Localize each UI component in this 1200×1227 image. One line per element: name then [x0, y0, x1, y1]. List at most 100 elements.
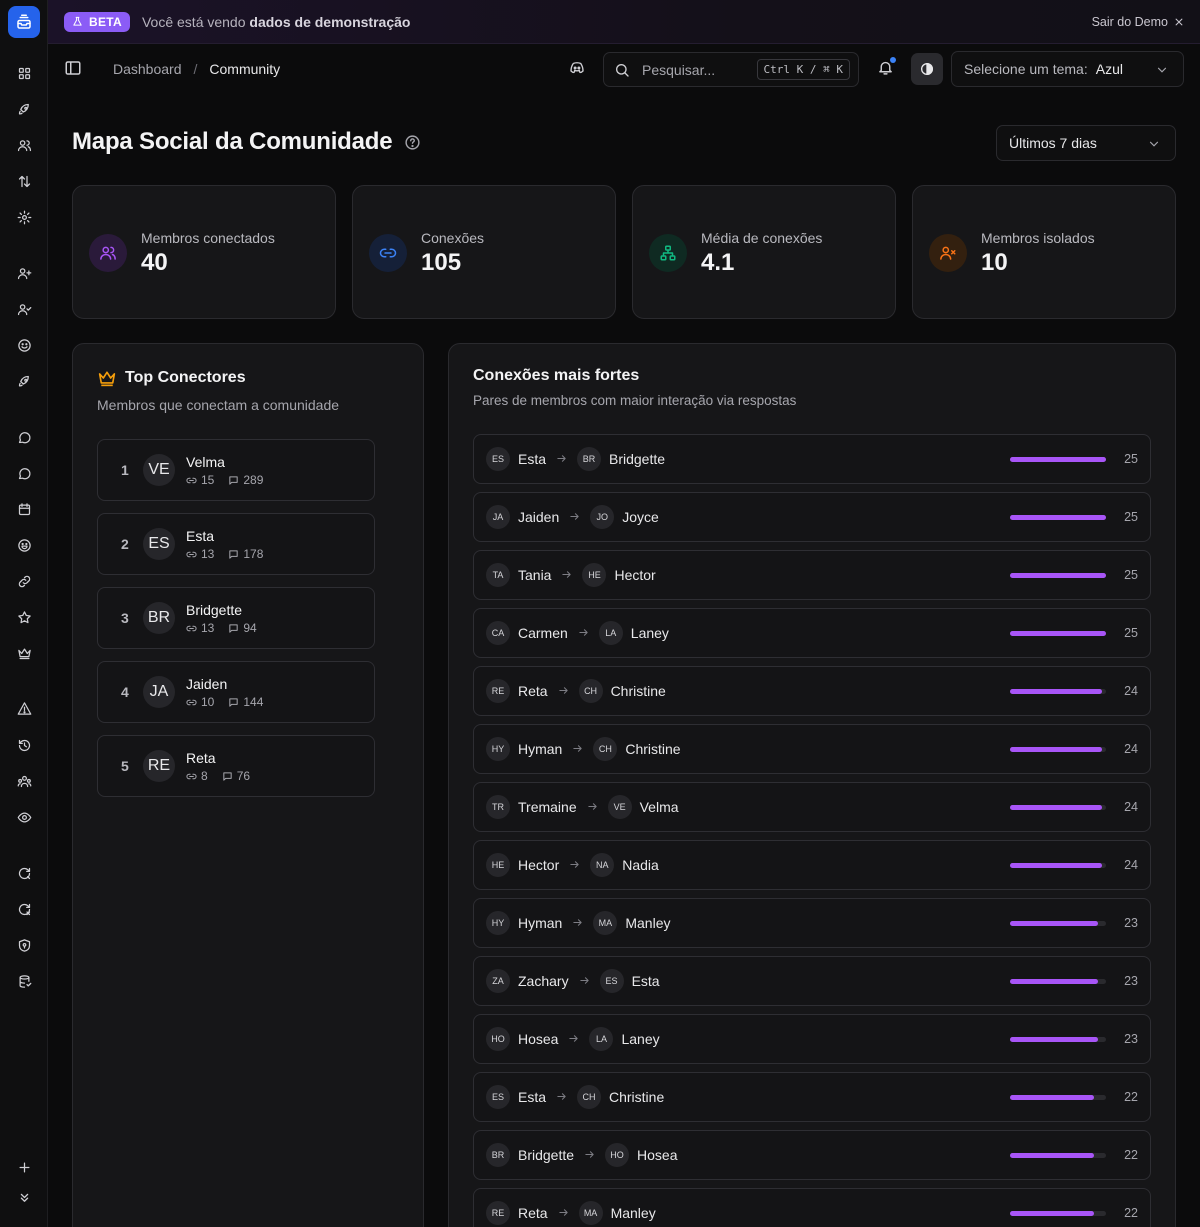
theme-select[interactable]: Selecione um tema: Azul	[951, 51, 1184, 87]
discord-button[interactable]	[568, 59, 586, 77]
message-alt-icon	[18, 467, 30, 479]
connector-row[interactable]: 3 BR Bridgette 13 94	[97, 587, 375, 649]
pair-from-name: Hosea	[518, 1031, 559, 1047]
connection-pair-row[interactable]: CA Carmen LA Laney 25	[473, 608, 1151, 658]
connector-meta: 13 94	[186, 621, 257, 635]
arrow-right-icon	[585, 1151, 594, 1158]
sidebar-item-database[interactable]	[14, 971, 34, 991]
connection-pair-row[interactable]: BR Bridgette HO Hosea 22	[473, 1130, 1151, 1180]
help-button[interactable]	[404, 134, 421, 151]
avatar: JA	[486, 505, 510, 529]
notifications-button[interactable]	[877, 57, 896, 76]
sidebar-item-rocket-alt[interactable]	[14, 371, 34, 391]
exit-demo-button[interactable]: Sair do Demo	[1092, 0, 1184, 44]
strong-connections-title: Conexões mais fortes	[473, 367, 640, 384]
sidebar-item-message-alt[interactable]	[14, 463, 34, 483]
avatar: HO	[486, 1027, 510, 1051]
connector-row[interactable]: 4 JA Jaiden 10 144	[97, 661, 375, 723]
eye-icon	[17, 812, 31, 822]
sidebar-item-user-check[interactable]	[14, 299, 34, 319]
arrow-right-icon	[558, 687, 568, 694]
user-plus-icon	[17, 267, 31, 279]
sidebar-item-team[interactable]	[14, 771, 34, 791]
sidebar-item-refresh-x[interactable]	[14, 899, 34, 919]
link-icon	[186, 625, 197, 631]
sidebar-item-emoji[interactable]	[14, 535, 34, 555]
strength-bar	[1010, 1095, 1106, 1100]
strength-bar-fill	[1010, 1153, 1095, 1158]
sidebar-item-crown[interactable]	[14, 643, 34, 663]
sidebar-item-plus[interactable]	[14, 1157, 34, 1177]
strength-value: 25	[1124, 452, 1138, 466]
top-connectors-title: Top Conectores	[125, 369, 246, 386]
sidebar-item-calendar[interactable]	[14, 499, 34, 519]
sidebar-item-rocket[interactable]	[14, 99, 34, 119]
pair-from-name: Bridgette	[518, 1147, 575, 1163]
search-icon	[616, 63, 629, 77]
sidebar-item-message[interactable]	[14, 427, 34, 447]
connector-meta: 13 178	[186, 547, 263, 561]
sidebar-item-history[interactable]	[14, 735, 34, 755]
sidebar-item-warning[interactable]	[14, 698, 34, 718]
connection-pair-row[interactable]: TA Tania HE Hector 25	[473, 550, 1151, 600]
pair-to-name: Hector	[614, 567, 656, 583]
date-range-select[interactable]: Últimos 7 dias	[996, 125, 1176, 161]
sidebar-item-user-plus[interactable]	[14, 263, 34, 283]
connection-pair-row[interactable]: HE Hector NA Nadia 24	[473, 840, 1151, 890]
sidebar-item-chevrons-down[interactable]	[14, 1187, 34, 1207]
strength-value: 23	[1124, 974, 1138, 988]
avatar: RE	[143, 750, 175, 782]
connection-pair-row[interactable]: HO Hosea LA Laney 23	[473, 1014, 1151, 1064]
avatar: ES	[599, 969, 624, 993]
breadcrumb-dashboard[interactable]: Dashboard	[113, 61, 182, 77]
connector-row[interactable]: 1 VE Velma 15 289	[97, 439, 375, 501]
connector-rank: 1	[121, 462, 129, 478]
message-square-icon	[229, 697, 239, 707]
sidebar-item-dashboard[interactable]	[14, 63, 34, 83]
shield-icon	[18, 938, 30, 952]
connection-pair-row[interactable]: TR Tremaine VE Velma 24	[473, 782, 1151, 832]
connection-pair-row[interactable]: RE Reta MA Manley 22	[473, 1188, 1151, 1227]
avatar: NA	[590, 853, 615, 877]
demo-notice-bold: dados de demonstração	[249, 13, 411, 30]
connector-meta: 10 144	[186, 695, 263, 709]
strength-value: 24	[1124, 800, 1138, 814]
strength-value: 25	[1124, 568, 1138, 582]
stat-card-connections: Conexões 105	[352, 185, 616, 319]
sidebar-item-users[interactable]	[14, 135, 34, 155]
sidebar-item-sort[interactable]	[14, 171, 34, 191]
avatar: LA	[598, 621, 623, 645]
app-logo-button[interactable]	[8, 6, 40, 38]
connector-row[interactable]: 2 ES Esta 13 178	[97, 513, 375, 575]
arrow-right-icon	[568, 1033, 579, 1044]
connection-pair-row[interactable]: ES Esta BR Bridgette 25	[473, 434, 1151, 484]
connection-pair-row[interactable]: JA Jaiden JO Joyce 25	[473, 492, 1151, 542]
connector-row[interactable]: 5 RE Reta 8 76	[97, 735, 375, 797]
sidebar-item-refresh[interactable]	[14, 863, 34, 883]
sidebar-item-smile[interactable]	[14, 335, 34, 355]
sidebar-item-eye[interactable]	[14, 807, 34, 827]
connector-name: Bridgette	[186, 602, 243, 618]
demo-banner: BETA Você está vendo dados de demonstraç…	[48, 0, 1200, 44]
connection-pair-row[interactable]: ZA Zachary ES Esta 23	[473, 956, 1151, 1006]
search-input[interactable]	[642, 61, 760, 78]
connection-pair-row[interactable]: HY Hyman CH Christine 24	[473, 724, 1151, 774]
arrow-right-icon	[579, 629, 588, 636]
sidebar-item-settings[interactable]	[14, 207, 34, 227]
strength-value: 22	[1124, 1206, 1138, 1220]
demo-notice: Você está vendo dados de demonstração	[142, 14, 410, 30]
strength-bar	[1010, 805, 1106, 810]
connection-pair-row[interactable]: HY Hyman MA Manley 23	[473, 898, 1151, 948]
link-icon	[186, 699, 197, 705]
inbox-stack-icon	[17, 14, 31, 29]
connection-pair-row[interactable]: ES Esta CH Christine 22	[473, 1072, 1151, 1122]
chevron-down-icon	[1157, 67, 1167, 73]
sidebar-item-shield[interactable]	[14, 935, 34, 955]
connection-pair-row[interactable]: RE Reta CH Christine 24	[473, 666, 1151, 716]
search-box[interactable]: Ctrl K / ⌘ K	[603, 52, 859, 87]
breadcrumb-current: Community	[209, 61, 281, 77]
sidebar-item-star[interactable]	[14, 607, 34, 627]
sidebar-item-link[interactable]	[14, 571, 34, 591]
sidebar-toggle-button[interactable]	[64, 59, 82, 77]
theme-mode-toggle[interactable]	[911, 53, 943, 85]
